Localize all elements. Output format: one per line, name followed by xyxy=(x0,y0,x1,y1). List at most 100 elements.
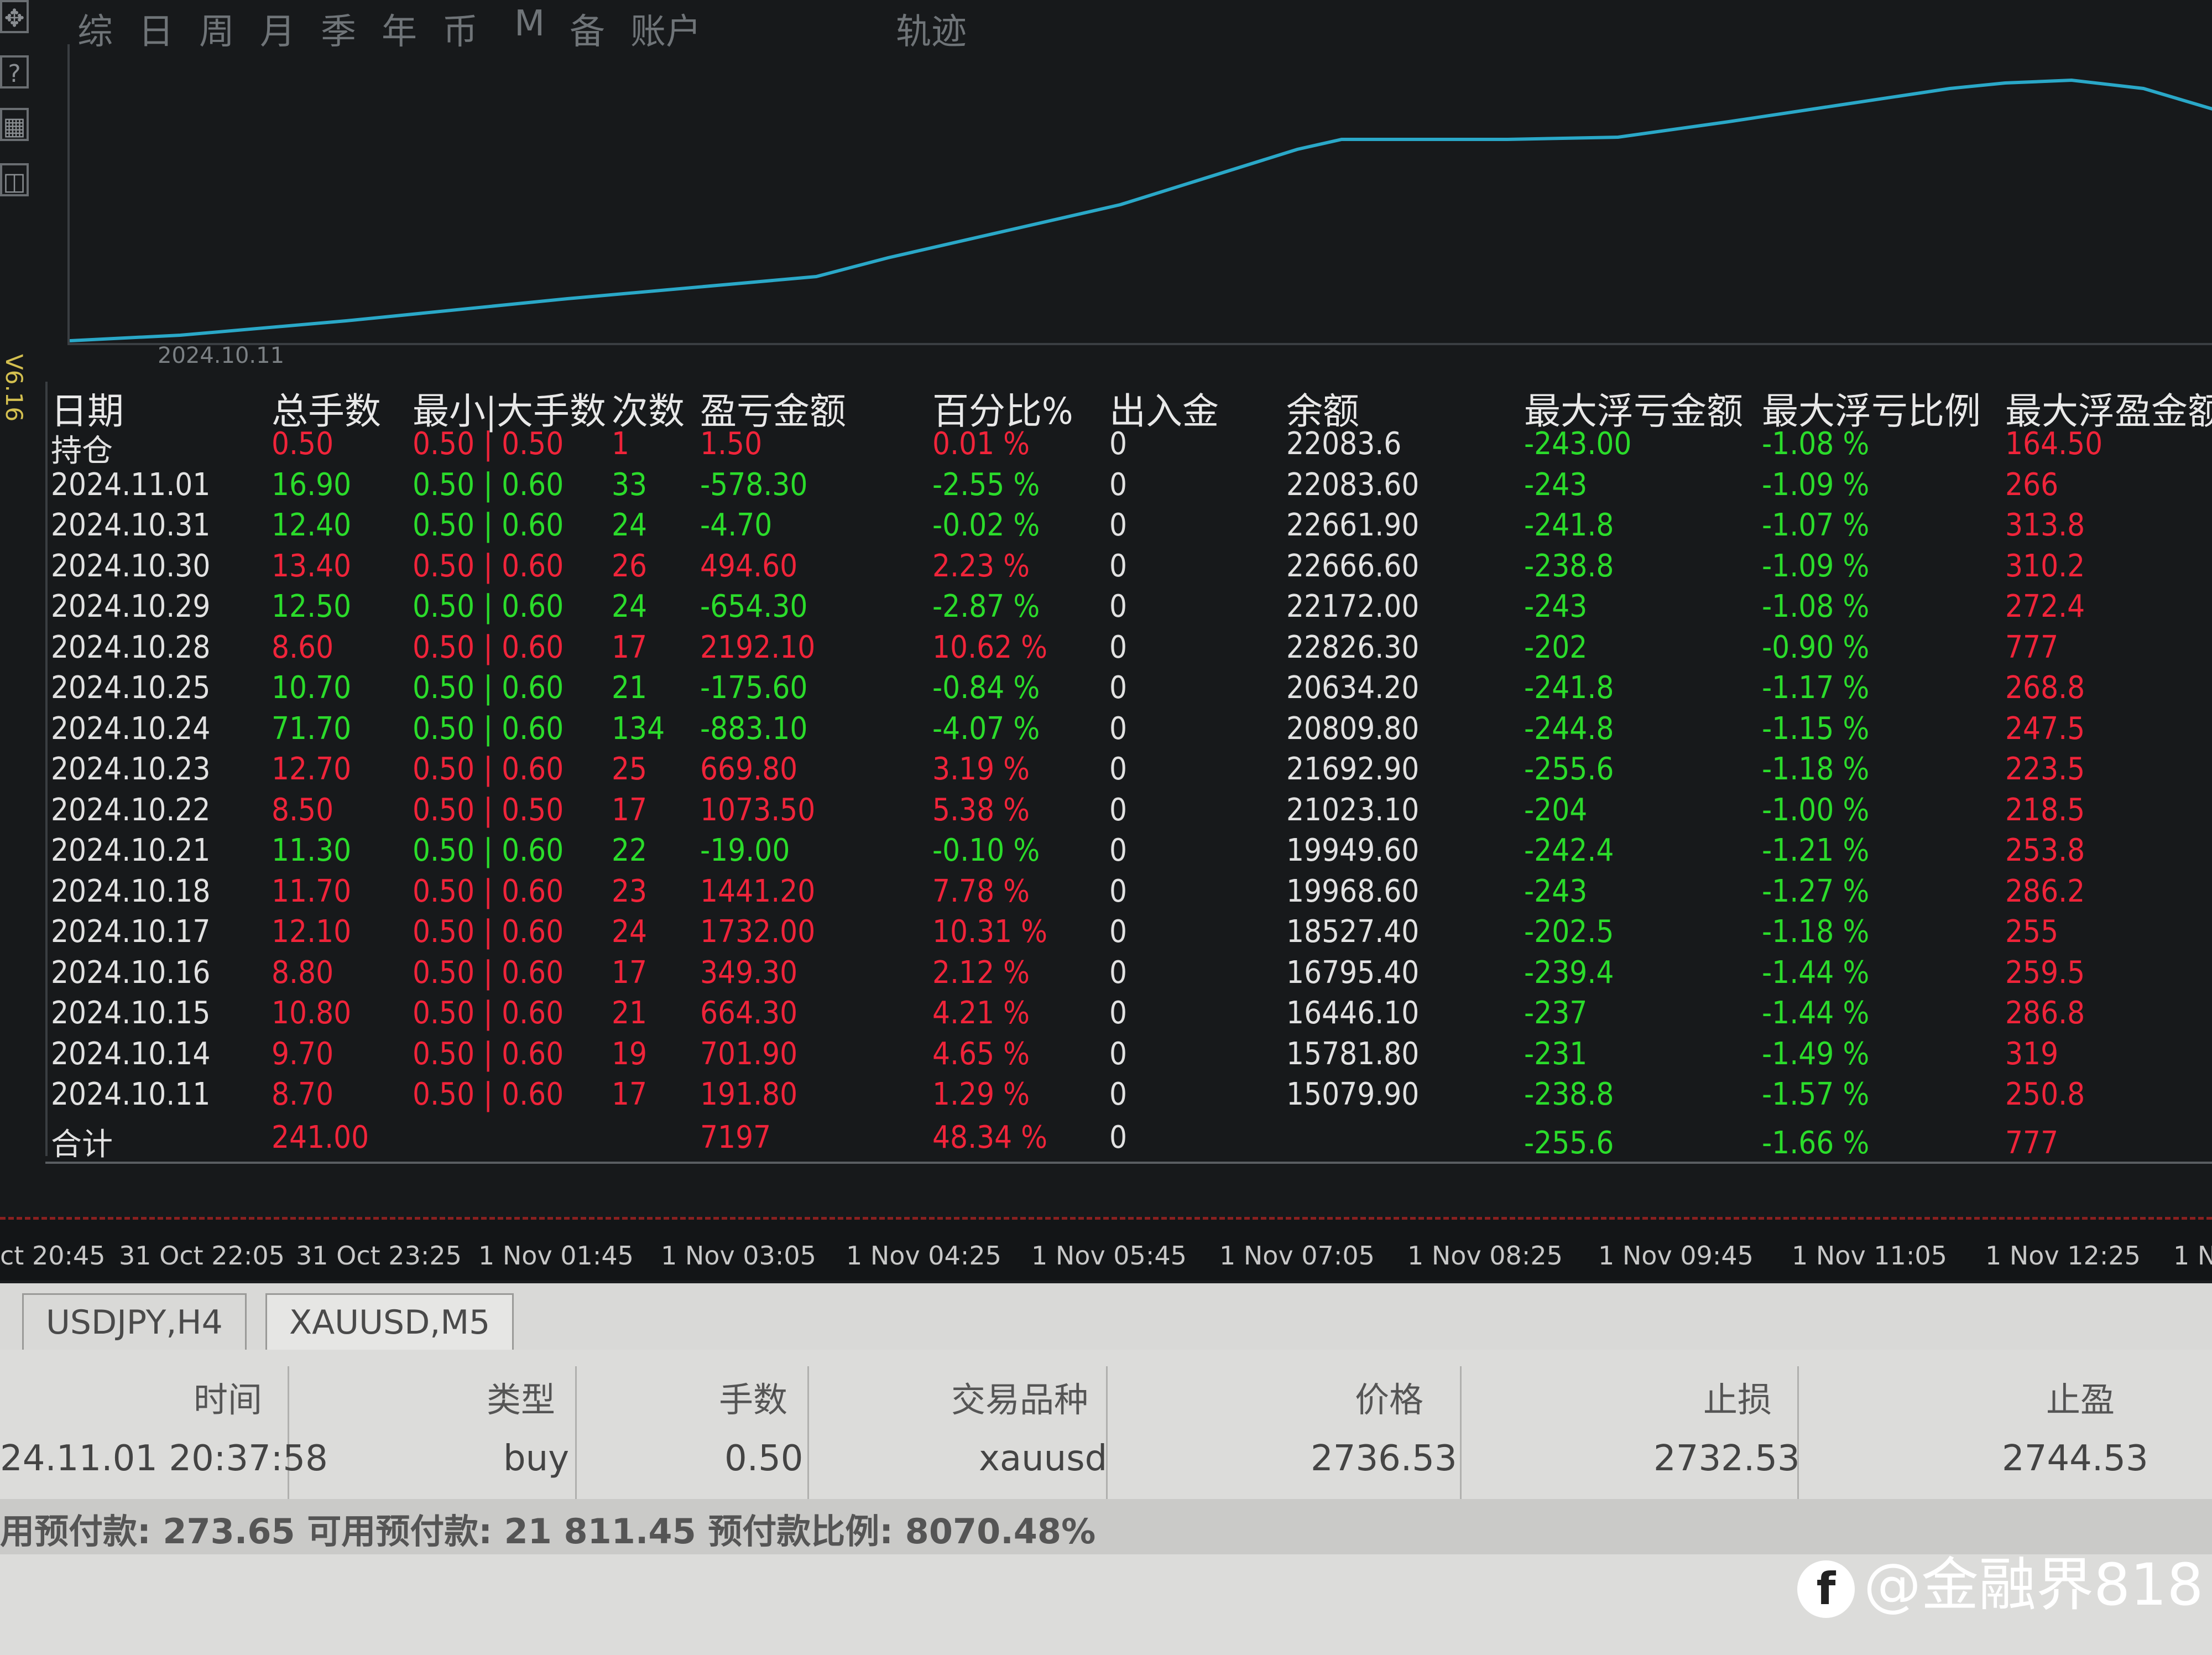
time-tick: 31 Oct 22:05 xyxy=(119,1241,285,1271)
table-cell-balance: 16446.10 xyxy=(1286,995,1420,1031)
watermark-text: @金融界818 xyxy=(1864,1551,2204,1618)
table-cell-maxloss_pct: -1.21 % xyxy=(1762,832,1870,868)
table-cell-maxloss_pct: -1.27 % xyxy=(1762,873,1870,909)
table-cell-minmax: 0.50 | 0.60 xyxy=(413,629,564,665)
table-cell-lots: 10.80 xyxy=(272,995,352,1031)
period-tab-7[interactable]: M xyxy=(514,3,545,44)
table-cell-pct: 7.78 % xyxy=(932,873,1030,909)
table-cell-balance: 20634.20 xyxy=(1286,670,1420,706)
table-cell-pct: 2.12 % xyxy=(932,954,1030,991)
table-cell-pnl: -654.30 xyxy=(700,589,808,624)
table-cell-pnl: 664.30 xyxy=(700,995,798,1031)
table-cell-balance: 18527.40 xyxy=(1286,914,1420,950)
window-icon[interactable]: ◫ xyxy=(0,163,29,196)
time-tick: 1 Nov 01:45 xyxy=(478,1241,634,1271)
order-column-header[interactable]: 类型 xyxy=(487,1372,555,1422)
table-cell-count: 21 xyxy=(612,670,648,706)
time-tick: 1 Nov 08:25 xyxy=(1407,1241,1563,1271)
table-cell-count: 17 xyxy=(612,954,648,991)
table-cell-maxloss_pct: -1.18 % xyxy=(1762,751,1870,787)
table-cell-maxloss: -244.8 xyxy=(1524,710,1614,747)
table-cell-date: 2024.10.18 xyxy=(51,873,211,909)
table-cell-maxloss_pct: -1.08 % xyxy=(1762,426,1870,462)
order-cell[interactable]: buy xyxy=(503,1438,569,1479)
table-cell-date: 2024.10.17 xyxy=(51,914,211,950)
table-cell-lots: 12.50 xyxy=(272,589,352,624)
table-cell-date: 2024.11.01 xyxy=(51,466,211,503)
table-cell-minmax: 0.50 | 0.60 xyxy=(413,507,564,543)
table-cell-count: 19 xyxy=(612,1035,648,1072)
table-cell-maxloss: -243.00 xyxy=(1524,426,1632,462)
equity-chart xyxy=(67,44,2212,345)
column-divider xyxy=(807,1366,809,1499)
order-cell[interactable]: 2744.53 xyxy=(2002,1438,2148,1479)
time-tick: 1 Nov 11:05 xyxy=(1792,1241,1947,1271)
move-icon[interactable]: ✥ xyxy=(0,0,29,33)
order-column-header[interactable]: 交易品种 xyxy=(951,1372,1088,1422)
table-cell-pnl: 349.30 xyxy=(700,954,798,991)
table-cell-maxprofit: 319 xyxy=(2005,1035,2059,1072)
time-axis: ct 20:45 31 Oct 22:05 31 Oct 23:25 1 Nov 01… xyxy=(0,1217,2212,1281)
table-cell-io: 0 xyxy=(1109,629,1128,665)
chart-tabs: USDJPY,H4 XAUUSD,M5 xyxy=(0,1283,2212,1350)
table-cell-lots: 71.70 xyxy=(272,710,352,747)
order-cell[interactable]: xauusd xyxy=(979,1438,1107,1479)
table-cell-maxloss: -239.4 xyxy=(1524,954,1614,991)
left-toolbar: ✥ ? ▦ ◫ xyxy=(0,0,33,1217)
table-cell-maxloss: -238.8 xyxy=(1524,1076,1614,1112)
order-column-header[interactable]: 手数 xyxy=(719,1372,787,1422)
table-cell-minmax: 0.50 | 0.60 xyxy=(413,995,564,1031)
table-cell-pct: -0.10 % xyxy=(932,832,1040,868)
table-cell-io: 0 xyxy=(1109,670,1128,706)
total-lots: 241.00 xyxy=(272,1119,369,1156)
help-icon[interactable]: ? xyxy=(0,55,29,89)
tab-usdjpy[interactable]: USDJPY,H4 xyxy=(22,1293,247,1350)
table-cell-maxprofit: 272.4 xyxy=(2005,589,2085,624)
table-cell-minmax: 0.50 | 0.60 xyxy=(413,914,564,950)
table-cell-io: 0 xyxy=(1109,751,1128,787)
chart-icon[interactable]: ▦ xyxy=(0,108,29,141)
table-cell-date: 2024.10.28 xyxy=(51,629,211,665)
order-cell[interactable]: 2732.53 xyxy=(1653,1438,1800,1479)
table-cell-lots: 12.10 xyxy=(272,914,352,950)
table-cell-balance: 15079.90 xyxy=(1286,1076,1420,1112)
table-cell-date: 2024.10.30 xyxy=(51,548,211,584)
table-cell-maxloss_pct: -1.18 % xyxy=(1762,914,1870,950)
version-label: V6.16 xyxy=(1,354,28,422)
table-cell-balance: 22083.6 xyxy=(1286,426,1402,462)
table-cell-minmax: 0.50 | 0.60 xyxy=(413,710,564,747)
period-tabbar: 综日周月季年币 M 备账户 轨迹 xyxy=(66,0,2212,53)
table-cell-io: 0 xyxy=(1109,1035,1128,1072)
watermark-logo-icon: f xyxy=(1797,1560,1855,1618)
order-cell[interactable]: 0.50 xyxy=(724,1438,804,1479)
order-column-header[interactable]: 价格 xyxy=(1355,1372,1423,1422)
table-cell-count: 17 xyxy=(612,1076,648,1112)
order-column-header[interactable]: 时间 xyxy=(194,1372,262,1422)
table-cell-io: 0 xyxy=(1109,1076,1128,1112)
table-cell-count: 134 xyxy=(612,710,665,747)
table-cell-maxloss_pct: -1.44 % xyxy=(1762,954,1870,991)
table-cell-minmax: 0.50 | 0.60 xyxy=(413,466,564,503)
stats-table-border xyxy=(45,1162,2212,1164)
table-cell-pct: -0.84 % xyxy=(932,670,1040,706)
table-cell-maxloss_pct: -1.17 % xyxy=(1762,670,1870,706)
tab-xauusd[interactable]: XAUUSD,M5 xyxy=(265,1293,514,1350)
total-maxprofit: 777 xyxy=(2005,1125,2059,1161)
total-maxloss: -255.6 xyxy=(1524,1125,1614,1161)
table-cell-maxprofit: 250.8 xyxy=(2005,1076,2085,1112)
table-cell-count: 17 xyxy=(612,629,648,665)
time-tick: 1 Nov 03:05 xyxy=(661,1241,816,1271)
order-cell[interactable]: 24.11.01 20:37:58 xyxy=(0,1438,328,1479)
table-cell-maxloss_pct: -1.15 % xyxy=(1762,710,1870,747)
time-tick: 1 Nov 07:05 xyxy=(1219,1241,1375,1271)
table-cell-balance: 19949.60 xyxy=(1286,832,1420,868)
table-cell-pct: 5.38 % xyxy=(932,792,1030,828)
table-cell-lots: 10.70 xyxy=(272,670,352,706)
order-cell[interactable]: 2736.53 xyxy=(1311,1438,1457,1479)
table-cell-date: 2024.10.31 xyxy=(51,507,211,543)
table-cell-maxprofit: 268.8 xyxy=(2005,670,2085,706)
order-column-header[interactable]: 止盈 xyxy=(2046,1372,2115,1422)
table-cell-balance: 19968.60 xyxy=(1286,873,1420,909)
order-column-header[interactable]: 止损 xyxy=(1703,1372,1772,1422)
table-cell-minmax: 0.50 | 0.60 xyxy=(413,1035,564,1072)
